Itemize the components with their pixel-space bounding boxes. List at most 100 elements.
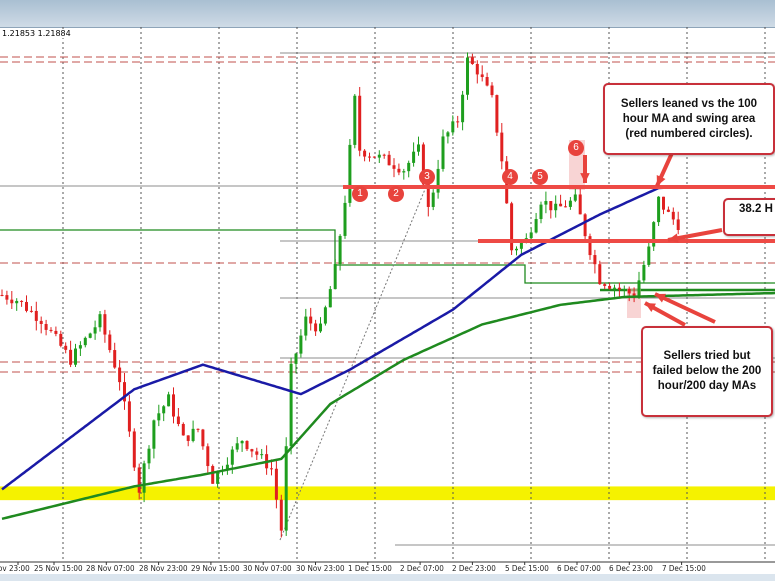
candle-down xyxy=(172,394,175,417)
candle-down xyxy=(662,196,665,210)
candle-up xyxy=(407,162,411,172)
candle-up xyxy=(74,348,77,365)
candle-up xyxy=(284,446,288,531)
swing-marker-6: 6 xyxy=(568,140,584,156)
green-pivot-line xyxy=(0,229,775,284)
candle-down xyxy=(54,330,58,334)
candle-down xyxy=(196,428,200,430)
100-hour-ma-line xyxy=(1,185,684,491)
candle-down xyxy=(495,95,499,133)
candle-down xyxy=(206,446,210,467)
candle-up xyxy=(289,363,293,447)
candle-up xyxy=(323,307,327,324)
candle-down xyxy=(127,401,131,432)
price-quote: 1.21853 1.21884 xyxy=(0,29,73,38)
candle-up xyxy=(637,280,641,298)
candle-down xyxy=(0,294,4,296)
candle-up xyxy=(147,448,151,464)
annotation-line: hour/200 day MAs xyxy=(657,380,757,392)
candle-up xyxy=(353,95,357,145)
x-tick-label: 5 Dec 15:00 xyxy=(504,564,549,573)
candle-down xyxy=(608,285,612,289)
candle-up xyxy=(431,192,435,207)
annotation-line: m xyxy=(739,217,775,232)
annotation-100-hour-ma: Sellers leaned vs the 100 hour MA and sw… xyxy=(603,83,775,155)
candle-down xyxy=(39,320,43,324)
candle-up xyxy=(568,200,572,207)
swing-marker-2: 2 xyxy=(388,186,404,202)
candle-up xyxy=(529,232,533,239)
x-tick-label: 2 Dec 23:00 xyxy=(452,564,497,573)
candle-down xyxy=(309,316,313,324)
fib-trend-line xyxy=(279,181,429,541)
candle-up xyxy=(343,202,347,236)
candle-up xyxy=(78,345,82,349)
candle-up xyxy=(294,353,298,364)
x-tick-label: 28 Nov 23:00 xyxy=(138,564,188,573)
candle-down xyxy=(372,156,376,158)
candle-down xyxy=(392,165,396,169)
candle-up xyxy=(554,203,558,211)
candle-down xyxy=(69,349,73,365)
yellow-support-zone xyxy=(0,486,775,501)
candle-down xyxy=(368,156,371,158)
candle-up xyxy=(230,449,234,465)
candle-down xyxy=(666,209,670,212)
candle-down xyxy=(29,310,33,312)
candle-up xyxy=(319,323,322,332)
candle-down xyxy=(279,499,283,531)
candle-up xyxy=(436,168,440,193)
candle-up xyxy=(240,440,244,444)
candle-down xyxy=(108,334,112,351)
candle-down xyxy=(25,301,28,311)
candle-up xyxy=(15,300,19,304)
status-strip xyxy=(0,574,775,581)
candle-up xyxy=(539,204,543,220)
candle-up xyxy=(446,132,450,137)
candle-up xyxy=(573,194,577,201)
candle-up xyxy=(191,428,195,441)
candle-down xyxy=(485,77,489,86)
candle-down xyxy=(5,295,9,300)
candle-up xyxy=(98,314,102,328)
candle-down xyxy=(490,85,494,96)
candle-up xyxy=(441,136,445,169)
candle-down xyxy=(113,350,117,368)
candle-up xyxy=(466,57,469,95)
candle-down xyxy=(250,449,254,452)
candle-down xyxy=(456,121,460,123)
candle-up xyxy=(642,264,646,281)
annotation-line: 38.2 H xyxy=(739,203,773,215)
candle-down xyxy=(34,310,38,321)
annotation-line: hour MA and swing area xyxy=(622,112,756,125)
candle-down xyxy=(480,74,484,78)
candle-down xyxy=(255,451,259,455)
candle-down xyxy=(627,289,631,294)
candle-down xyxy=(245,440,249,450)
candle-down xyxy=(549,201,553,211)
candle-down xyxy=(500,132,504,162)
swing-marker-5: 5 xyxy=(532,169,548,185)
candle-up xyxy=(412,151,416,163)
candle-down xyxy=(64,345,68,350)
x-tick-label: 28 Nov 07:00 xyxy=(86,564,135,573)
annotation-200-hour-ma: Sellers tried but failed below the 200 h… xyxy=(641,326,773,417)
candle-down xyxy=(201,429,205,447)
candle-up xyxy=(142,463,146,493)
candle-down xyxy=(118,367,122,383)
candle-down xyxy=(387,154,391,166)
annotation-line: Sellers leaned vs the 100 xyxy=(620,97,758,110)
candle-down xyxy=(103,314,107,335)
candle-up xyxy=(328,289,332,308)
swing-marker-3: 3 xyxy=(419,169,435,185)
candle-down xyxy=(363,150,367,157)
candle-up xyxy=(622,289,626,291)
x-tick-label: 2 Dec 07:00 xyxy=(400,564,444,573)
candle-down xyxy=(382,154,386,156)
candle-up xyxy=(304,316,308,336)
candle-up xyxy=(348,144,352,203)
candle-down xyxy=(510,203,514,251)
candle-up xyxy=(417,144,420,152)
candle-up xyxy=(461,94,465,123)
candle-up xyxy=(519,242,523,249)
